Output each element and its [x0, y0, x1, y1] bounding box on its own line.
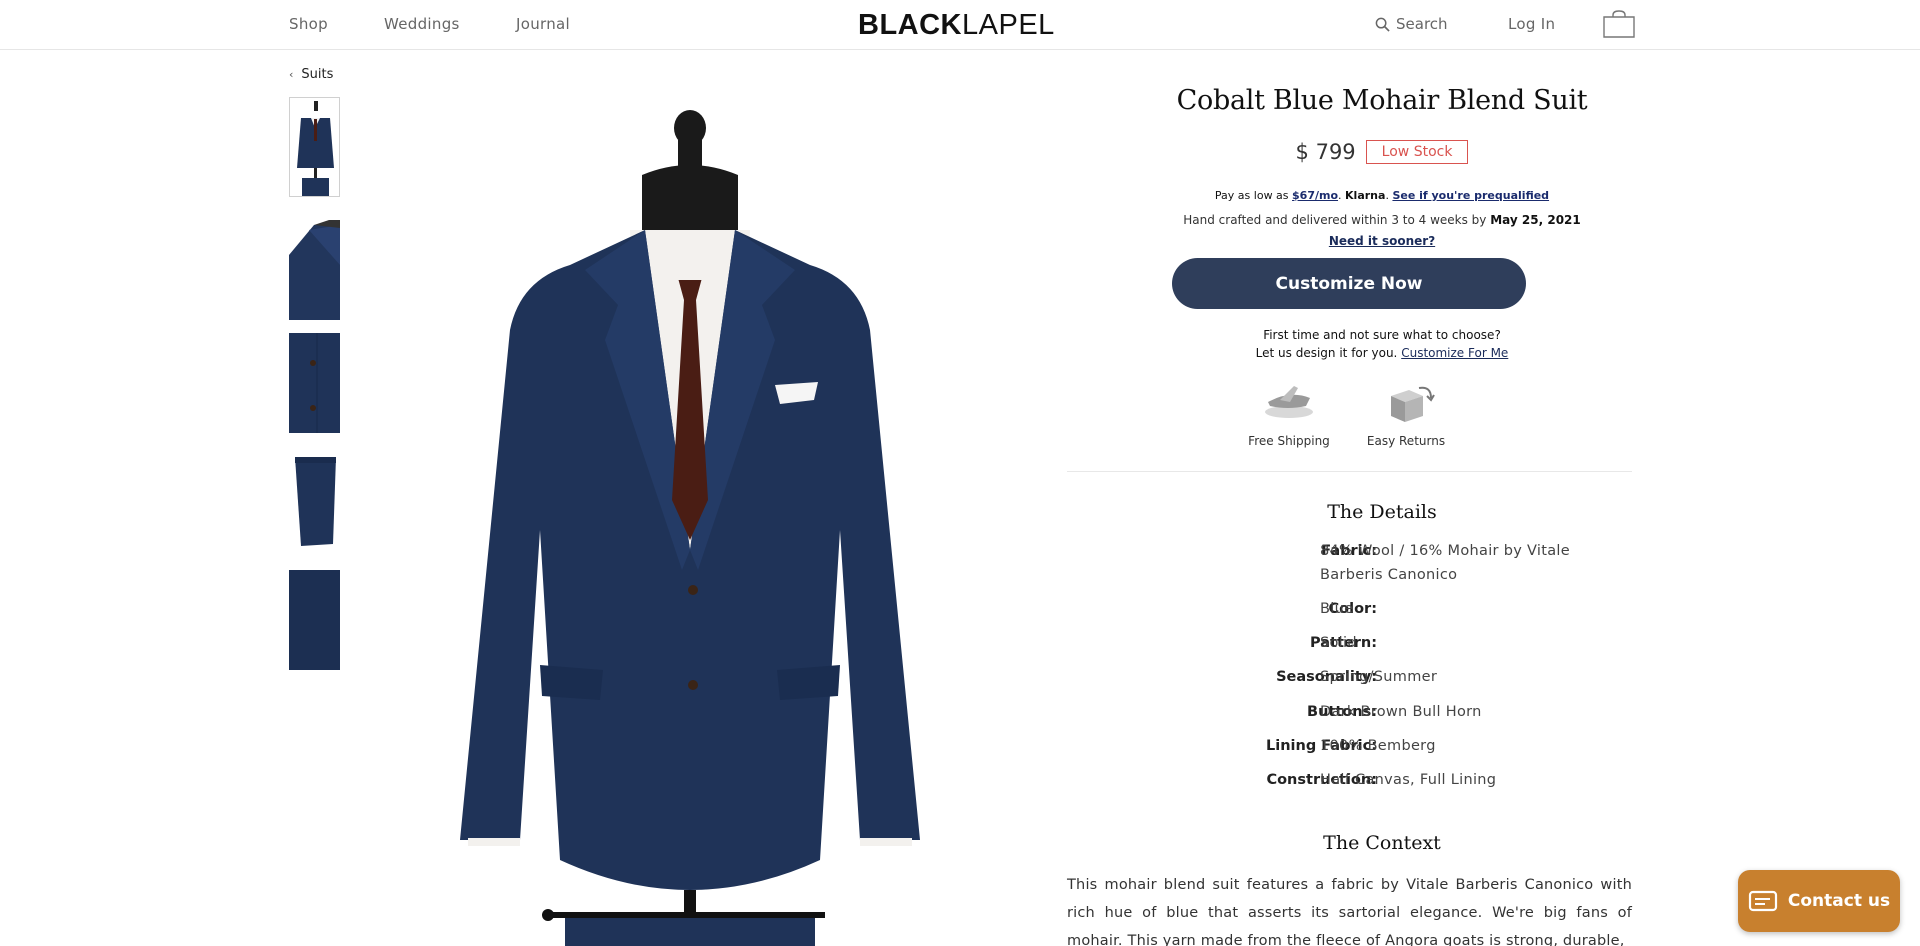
context-heading: The Context: [1323, 832, 1441, 854]
design-for-you-text: Let us design it for you.: [1255, 346, 1398, 360]
details-heading: The Details: [1327, 501, 1437, 523]
contact-us-label: Contact us: [1787, 891, 1891, 911]
logo-light-text: LAPEL: [962, 9, 1055, 41]
search-icon: [1375, 17, 1390, 32]
full-suit-thumbnail-image: [297, 101, 334, 196]
shipping-plane-icon: [1265, 386, 1313, 418]
easy-returns-perk: Easy Returns: [1351, 384, 1461, 448]
search-link[interactable]: Search: [1375, 15, 1448, 33]
lapel-thumbnail-image: [289, 220, 340, 320]
thumbnail-fabric-swatch[interactable]: [289, 570, 340, 670]
fabric-thumbnail-image: [289, 570, 340, 670]
customize-for-me-link[interactable]: Customize For Me: [1401, 346, 1508, 360]
trousers-thumbnail-image: [295, 457, 336, 546]
delivery-text: Hand crafted and delivered within 3 to 4…: [1183, 213, 1487, 227]
klarna-brand: Klarna: [1345, 189, 1386, 202]
nav-journal-link[interactable]: Journal: [516, 15, 570, 33]
section-divider: [1067, 471, 1632, 472]
login-link[interactable]: Log In: [1508, 15, 1555, 33]
nav-weddings-link[interactable]: Weddings: [384, 15, 460, 33]
chevron-left-icon: ‹: [289, 68, 294, 81]
customize-now-button[interactable]: Customize Now: [1172, 258, 1526, 309]
breadcrumb-suits-link: Suits: [301, 67, 334, 82]
klarna-monthly-link[interactable]: $67/mo: [1292, 189, 1338, 202]
detail-value: 100% Bemberg: [1320, 738, 1436, 754]
klarna-prequalify-link[interactable]: See if you're prequalified: [1392, 189, 1549, 202]
detail-value: Solid: [1320, 635, 1357, 651]
klarna-prefix: Pay as low as: [1214, 189, 1289, 202]
price-row: $ 799 Low Stock: [1067, 140, 1697, 164]
search-label: Search: [1396, 15, 1448, 33]
thumbnail-buttons-detail[interactable]: [289, 333, 340, 433]
easy-returns-label: Easy Returns: [1366, 434, 1446, 448]
thumbnail-trousers[interactable]: [289, 452, 340, 552]
thumbnail-full-suit[interactable]: [289, 97, 340, 197]
context-paragraph: This mohair blend suit features a fabric…: [1067, 877, 1632, 946]
thumbnail-lapel-detail[interactable]: [289, 220, 340, 320]
free-shipping-perk: Free Shipping: [1234, 384, 1344, 448]
detail-value: Half Canvas, Full Lining: [1320, 772, 1497, 788]
low-stock-badge: Low Stock: [1365, 140, 1469, 164]
need-it-sooner-link[interactable]: Need it sooner?: [1067, 234, 1697, 248]
first-time-text: First time and not sure what to choose?: [1263, 328, 1501, 342]
detail-value: Blue: [1320, 601, 1354, 617]
design-for-me-prompt: First time and not sure what to choose? …: [1067, 326, 1697, 362]
klarna-financing: Pay as low as $67/mo. Klarna. See if you…: [1214, 189, 1550, 202]
returns-box-icon: [1391, 386, 1435, 422]
product-title: Cobalt Blue Mohair Blend Suit: [1176, 85, 1588, 116]
detail-value: Spring/Summer: [1320, 669, 1438, 685]
buttons-thumbnail-image: [289, 333, 340, 433]
logo-bold-text: BLACK: [858, 9, 962, 41]
top-navigation: Shop Weddings Journal BLACKLAPEL Search …: [0, 0, 1920, 50]
contact-us-button[interactable]: Contact us: [1738, 870, 1900, 932]
envelope-icon: [1748, 890, 1777, 912]
brand-logo[interactable]: BLACKLAPEL: [858, 9, 1055, 42]
breadcrumb[interactable]: ‹ Suits: [289, 67, 333, 82]
product-main-image[interactable]: [420, 100, 960, 946]
detail-value: 84% Wool / 16% Mohair by Vitale Barberis…: [1320, 543, 1570, 583]
product-price: $ 799: [1295, 140, 1356, 164]
free-shipping-label: Free Shipping: [1248, 434, 1330, 448]
nav-shop-link[interactable]: Shop: [289, 15, 328, 33]
delivery-estimate: Hand crafted and delivered within 3 to 4…: [1067, 213, 1697, 227]
delivery-date: May 25, 2021: [1490, 213, 1581, 227]
detail-value: Dark Brown Bull Horn: [1320, 704, 1482, 720]
shopping-bag-icon[interactable]: [1603, 10, 1635, 38]
